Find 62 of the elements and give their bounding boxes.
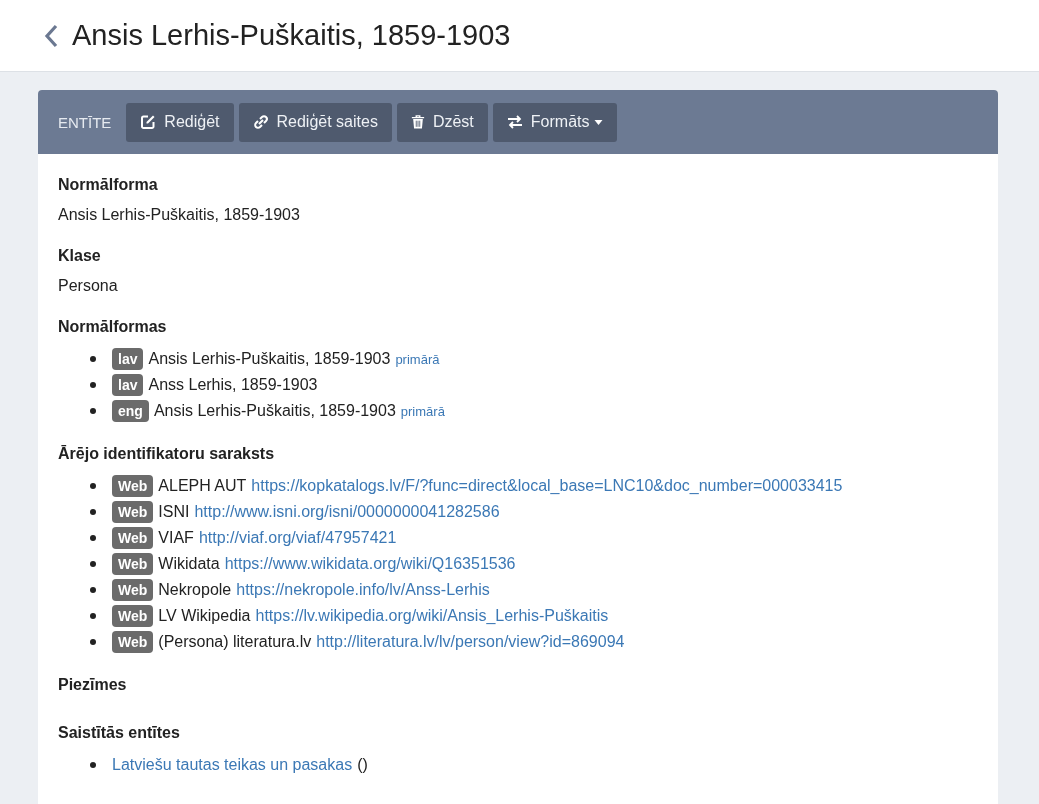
- back-chevron-icon[interactable]: [44, 23, 58, 48]
- toolbar-button[interactable]: Rediģēt: [126, 102, 234, 142]
- bullet-icon: [90, 613, 96, 619]
- trash-icon: [410, 114, 425, 130]
- identifier-link[interactable]: https://www.wikidata.org/wiki/Q16351536: [224, 555, 516, 573]
- bullet-icon: [90, 639, 96, 645]
- page-title: Ansis Lerhis-Puškaitis, 1859-1903: [72, 19, 511, 52]
- form-name: Anss Lerhis, 1859-1903: [148, 375, 318, 395]
- identifier-source: ISNI: [158, 502, 190, 522]
- identifier-source: (Persona) literatura.lv: [158, 632, 312, 652]
- source-tag: Web: [112, 527, 154, 549]
- bullet-icon: [90, 587, 96, 593]
- bullet-icon: [90, 509, 96, 515]
- language-tag: eng: [112, 400, 149, 422]
- form-name: Ansis Lerhis-Puškaitis, 1859-1903: [153, 401, 396, 421]
- identifier-source: Wikidata: [158, 554, 220, 574]
- bullet-icon: [90, 408, 96, 414]
- source-tag: Web: [112, 501, 154, 523]
- primary-note: primārā: [395, 351, 440, 367]
- field-value: Persona: [58, 276, 119, 296]
- identifier-link[interactable]: https://nekropole.info/lv/Anss-Lerhis: [236, 581, 490, 599]
- bullet-icon: [90, 356, 96, 362]
- source-tag: Web: [112, 605, 154, 627]
- bullet-icon: [90, 535, 96, 541]
- toolbar-button[interactable]: Rediģēt saites: [238, 102, 392, 142]
- section-heading: Klase: [58, 246, 102, 266]
- source-tag: Web: [112, 475, 154, 497]
- identifier-link[interactable]: http://www.isni.org/isni/0000000041282586: [194, 503, 500, 521]
- bullet-icon: [90, 483, 96, 489]
- source-tag: Web: [112, 579, 154, 601]
- related-entity-link[interactable]: Latviešu tautas teikas un pasakas: [112, 756, 353, 774]
- section-heading: Ārējo identifikatoru saraksts: [58, 444, 276, 464]
- bullet-icon: [90, 382, 96, 388]
- bullet-icon: [90, 762, 96, 768]
- identifier-link[interactable]: http://literatura.lv/lv/person/view?id=869094: [316, 633, 625, 651]
- section-heading: Saistītās entītes: [58, 723, 181, 743]
- identifier-source: ALEPH AUT: [158, 476, 247, 496]
- identifier-source: VIAF: [158, 528, 194, 548]
- identifier-link[interactable]: http://viaf.org/viaf/47957421: [198, 529, 397, 547]
- swap-arrows-icon: [506, 114, 523, 130]
- section-heading: Normālforma: [58, 175, 159, 195]
- related-entity-suffix: (): [357, 755, 368, 775]
- source-tag: Web: [112, 631, 154, 653]
- field-value: Ansis Lerhis-Puškaitis, 1859-1903: [58, 205, 301, 225]
- identifier-link[interactable]: https://lv.wikipedia.org/wiki/Ansis_Lerhis-Puškaitis: [255, 607, 609, 625]
- language-tag: lav: [112, 374, 144, 396]
- form-name: Ansis Lerhis-Puškaitis, 1859-1903: [148, 349, 391, 369]
- language-tag: lav: [112, 348, 144, 370]
- identifier-link[interactable]: https://kopkatalogs.lv/F/?func=direct&local_base=LNC10&doc_number=000033415: [251, 477, 843, 495]
- identifier-source: Nekropole: [158, 580, 232, 600]
- source-tag: Web: [112, 553, 154, 575]
- section-heading: Normālformas: [58, 317, 168, 337]
- primary-note: primārā: [400, 403, 445, 419]
- caret-icon: [594, 119, 604, 125]
- bullet-icon: [90, 561, 96, 567]
- edit-icon: [140, 114, 157, 130]
- toolbar-label: ENTĪTE: [58, 113, 112, 131]
- dropdown-button[interactable]: Formāts: [492, 102, 618, 142]
- toolbar-button[interactable]: Dzēst: [396, 102, 488, 142]
- link-icon: [252, 114, 269, 130]
- section-heading: Piezīmes: [58, 675, 128, 695]
- identifier-source: LV Wikipedia: [158, 606, 251, 626]
